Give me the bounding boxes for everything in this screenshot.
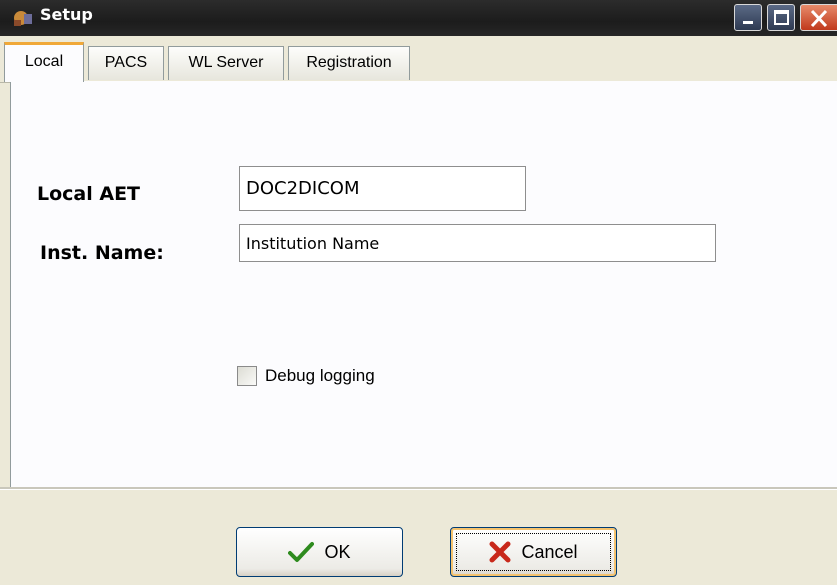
title-bar[interactable]: Setup (0, 0, 837, 36)
footer-separator (0, 487, 837, 490)
inst-name-input[interactable] (239, 224, 716, 262)
app-icon (14, 11, 32, 26)
ok-label: OK (324, 541, 351, 562)
focus-rectangle (456, 533, 611, 571)
debug-logging-label[interactable]: Debug logging (265, 366, 375, 386)
close-icon (810, 9, 828, 28)
close-button[interactable] (800, 4, 837, 31)
debug-logging-checkbox[interactable] (237, 366, 257, 386)
tab-pacs[interactable]: PACS (88, 46, 164, 80)
ok-button[interactable]: OK (236, 527, 403, 577)
tab-wl-server[interactable]: WL Server (168, 46, 284, 80)
tab-registration[interactable]: Registration (288, 46, 410, 80)
minimize-icon (743, 21, 753, 24)
local-aet-input[interactable] (239, 166, 526, 211)
tab-page-local (10, 81, 837, 487)
checkmark-icon (288, 542, 315, 562)
window-title: Setup (40, 5, 93, 24)
minimize-button[interactable] (734, 4, 762, 31)
cancel-button[interactable]: Cancel (450, 527, 617, 577)
maximize-icon (774, 10, 789, 25)
maximize-button[interactable] (767, 4, 795, 31)
local-aet-label: Local AET (37, 183, 141, 205)
inst-name-label: Inst. Name: (40, 242, 164, 264)
tab-local[interactable]: Local (4, 42, 84, 82)
